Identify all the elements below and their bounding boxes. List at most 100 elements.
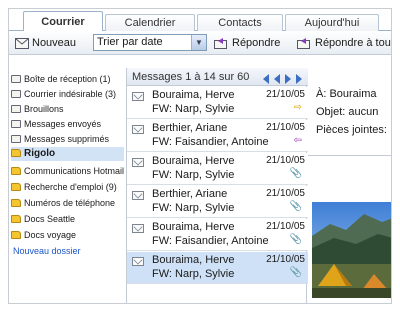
folder-inbox[interactable]: Boîte de réception (1)	[11, 72, 124, 86]
attachment-icon: 📎	[289, 201, 302, 212]
drafts-icon	[11, 105, 21, 113]
folder-icon	[11, 231, 21, 239]
message-date: 21/10/05	[266, 89, 305, 100]
tab-courrier[interactable]: Courrier	[23, 11, 103, 32]
sent-icon	[11, 120, 21, 128]
attached-photo	[312, 202, 391, 298]
message-row[interactable]: Berthier, Ariane 21/10/05 FW: Faisandier…	[127, 120, 308, 152]
envelope-icon	[132, 158, 144, 167]
folder-numeros-telephone[interactable]: Numéros de téléphone	[11, 196, 124, 210]
message-sender: Bouraima, Herve	[152, 89, 235, 101]
folder-label: Boîte de réception (1)	[24, 74, 111, 84]
hotmail-window: Courrier Calendrier Contacts Aujourd'hui…	[8, 8, 392, 304]
message-sender: Bouraima, Herve	[152, 155, 235, 167]
folder-rigolo[interactable]: Rigolo	[11, 147, 124, 161]
folder-label: Messages supprimés	[24, 134, 110, 144]
folder-pane: Boîte de réception (1) Courrier indésira…	[9, 68, 124, 303]
envelope-icon	[132, 257, 144, 266]
message-date: 21/10/05	[266, 122, 305, 133]
reply-all-icon	[297, 38, 310, 50]
folder-deleted[interactable]: Messages supprimés	[11, 132, 124, 146]
reply-button[interactable]: Répondre	[214, 34, 280, 52]
folder-label: Messages envoyés	[24, 119, 102, 129]
next-page-icon[interactable]	[285, 74, 292, 84]
tab-contacts[interactable]: Contacts	[197, 14, 283, 32]
folder-icon	[11, 167, 21, 175]
attachment-icon: 📎	[289, 168, 302, 179]
message-subject: FW: Narp, Sylvie	[152, 202, 235, 214]
to-field: À: Bouraima	[316, 88, 377, 100]
new-mail-icon	[15, 37, 29, 49]
message-sender: Berthier, Ariane	[152, 188, 228, 200]
deleted-icon	[11, 135, 21, 143]
message-sender: Berthier, Ariane	[152, 122, 228, 134]
folder-sent[interactable]: Messages envoyés	[11, 117, 124, 131]
tab-bar: Courrier Calendrier Contacts Aujourd'hui	[9, 9, 391, 32]
chevron-down-icon[interactable]: ▼	[191, 35, 206, 50]
folder-label: Rigolo	[24, 148, 56, 159]
message-date: 21/10/05	[266, 221, 305, 232]
reply-all-button[interactable]: Répondre à tous	[297, 34, 392, 52]
message-row[interactable]: Bouraima, Herve 21/10/05 FW: Faisandier,…	[127, 219, 308, 251]
folder-icon	[11, 183, 21, 191]
folder-recherche-emploi[interactable]: Recherche d'emploi (9)	[11, 180, 124, 194]
folder-communications-hotmail[interactable]: Communications Hotmail	[11, 164, 124, 178]
toolbar: Nouveau Trier par date ▼ Répondre Répond…	[9, 31, 392, 55]
new-button-label: Nouveau	[32, 37, 77, 49]
previous-page-icon[interactable]	[274, 74, 281, 84]
message-row[interactable]: Berthier, Ariane 21/10/05 FW: Narp, Sylv…	[127, 186, 308, 218]
folder-drafts[interactable]: Brouillons	[11, 102, 124, 116]
attachment-icon: 📎	[289, 234, 302, 245]
sort-select[interactable]: Trier par date ▼	[93, 34, 207, 51]
replied-icon: ⇦	[293, 135, 302, 146]
inbox-icon	[11, 75, 21, 83]
sort-select-value: Trier par date	[97, 36, 163, 48]
folder-docs-voyage[interactable]: Docs voyage	[11, 228, 124, 242]
message-subject: FW: Narp, Sylvie	[152, 103, 235, 115]
folder-docs-seattle[interactable]: Docs Seattle	[11, 212, 124, 226]
first-page-icon[interactable]	[263, 74, 269, 84]
folder-icon	[11, 215, 21, 223]
attachment-icon: 📎	[289, 267, 302, 278]
message-sender: Bouraima, Herve	[152, 254, 235, 266]
new-folder-link[interactable]: Nouveau dossier	[13, 246, 81, 256]
folder-junk[interactable]: Courrier indésirable (3)	[11, 87, 124, 101]
message-list-header: Messages 1 à 14 sur 60	[127, 68, 308, 86]
last-page-icon[interactable]	[296, 74, 303, 84]
reading-pane: À: Bouraima Objet: aucun Pièces jointes:	[308, 68, 391, 303]
folder-label: Numéros de téléphone	[24, 198, 116, 208]
folder-icon	[11, 199, 21, 207]
message-subject: FW: Faisandier, Antoine	[152, 235, 269, 247]
message-list: Messages 1 à 14 sur 60 Bouraima, Herve 2…	[126, 68, 308, 303]
message-date: 21/10/05	[266, 155, 305, 166]
folder-label: Docs voyage	[24, 230, 77, 240]
envelope-icon	[132, 224, 144, 233]
message-row[interactable]: Bouraima, Herve 21/10/05 FW: Narp, Sylvi…	[127, 153, 308, 185]
tab-calendrier[interactable]: Calendrier	[105, 14, 195, 32]
message-sender: Bouraima, Herve	[152, 221, 235, 233]
message-subject: FW: Narp, Sylvie	[152, 268, 235, 280]
envelope-icon	[132, 125, 144, 134]
folder-label: Docs Seattle	[24, 214, 76, 224]
junk-icon	[11, 90, 21, 98]
message-subject: FW: Faisandier, Antoine	[152, 136, 269, 148]
reading-pane-header: À: Bouraima Objet: aucun Pièces jointes:	[308, 68, 391, 156]
message-count: Messages 1 à 14 sur 60	[132, 71, 250, 83]
reply-all-button-label: Répondre à tous	[315, 37, 392, 49]
reply-button-label: Répondre	[232, 37, 281, 49]
forwarded-icon: ⇨	[293, 102, 302, 113]
new-button[interactable]: Nouveau	[15, 34, 76, 52]
message-date: 21/10/05	[266, 188, 305, 199]
message-row-selected[interactable]: Bouraima, Herve 21/10/05 FW: Narp, Sylvi…	[127, 252, 308, 284]
message-date: 21/10/05	[266, 254, 305, 265]
folder-icon	[11, 149, 21, 157]
folder-label: Courrier indésirable (3)	[24, 89, 117, 99]
message-row[interactable]: Bouraima, Herve 21/10/05 FW: Narp, Sylvi…	[127, 87, 308, 119]
folder-label: Brouillons	[24, 104, 64, 114]
tab-aujourdhui[interactable]: Aujourd'hui	[285, 14, 379, 32]
envelope-icon	[132, 191, 144, 200]
folder-label: Recherche d'emploi (9)	[24, 182, 117, 192]
envelope-icon	[132, 92, 144, 101]
attachments-field: Pièces jointes:	[316, 124, 387, 136]
reply-icon	[214, 38, 227, 50]
